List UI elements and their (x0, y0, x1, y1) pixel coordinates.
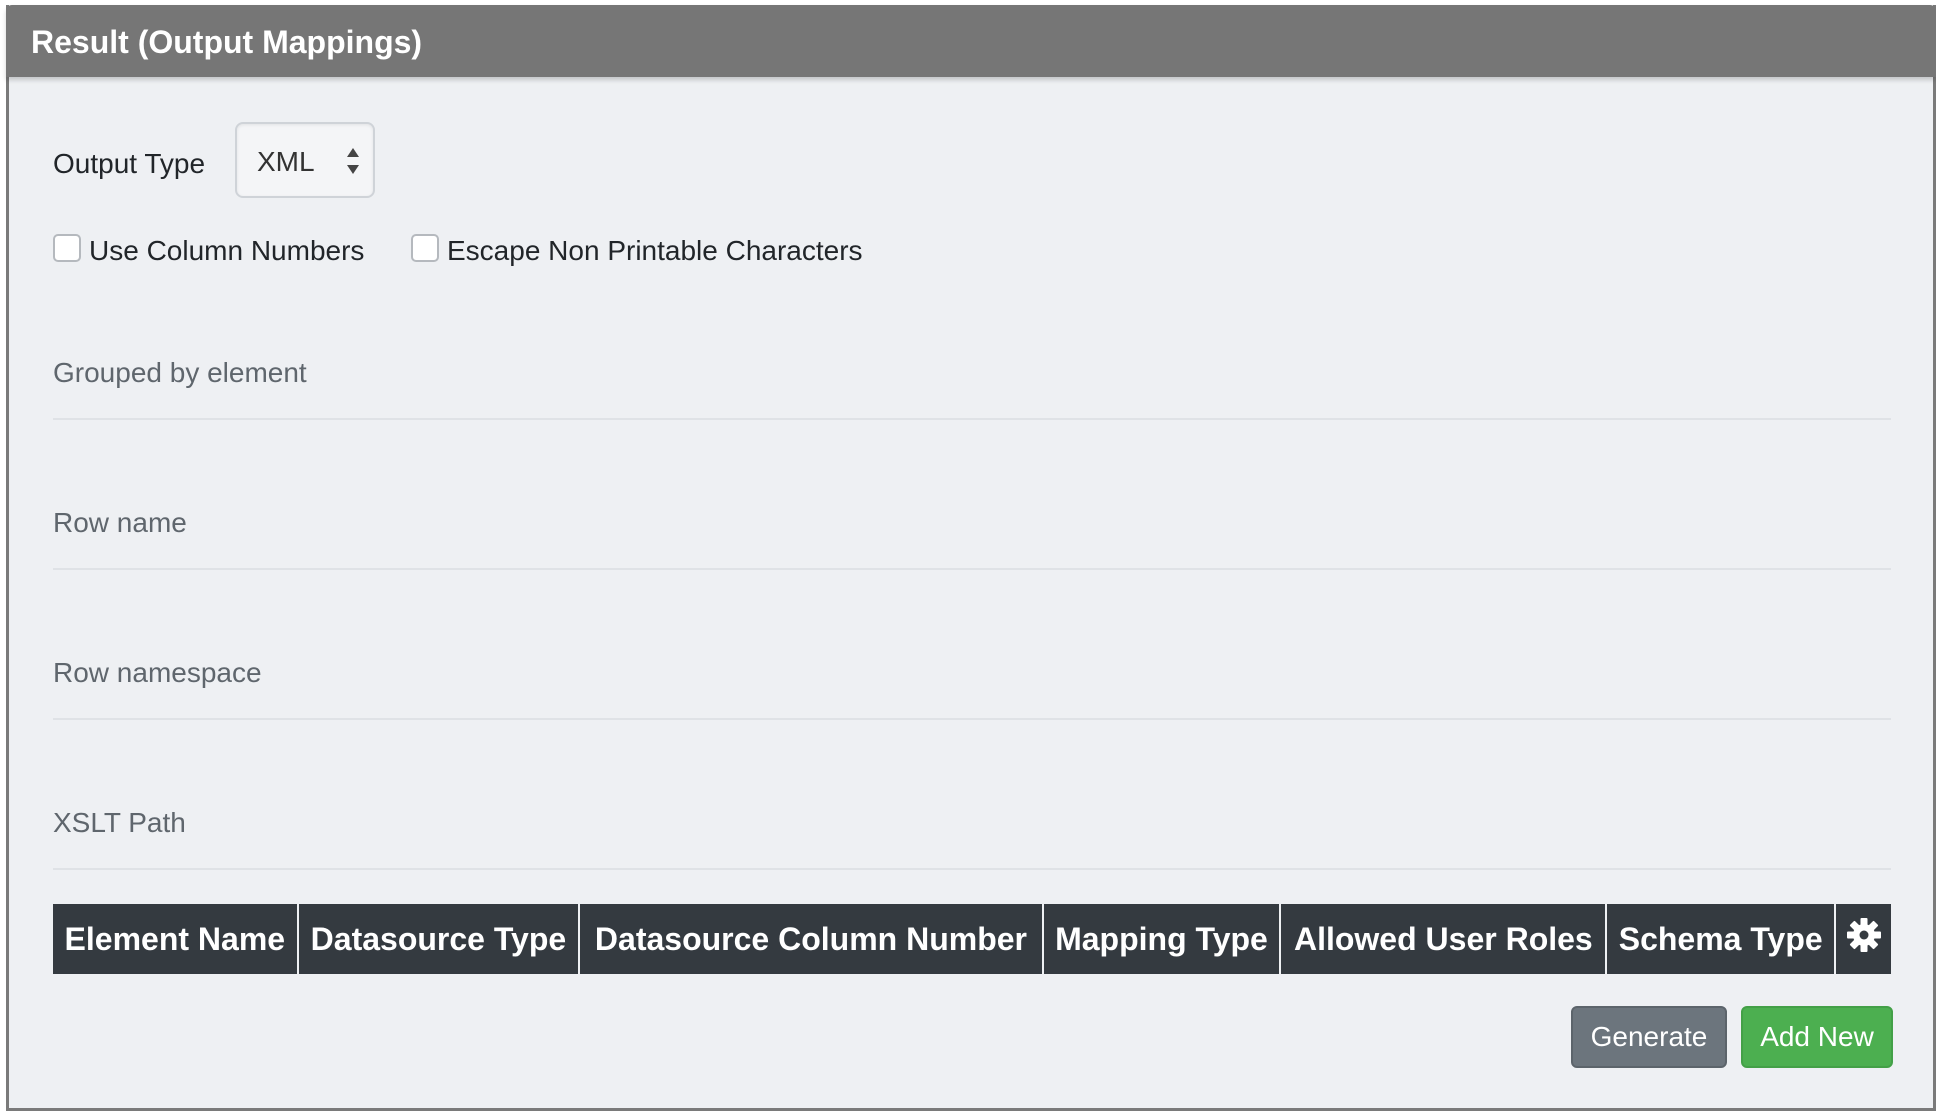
mappings-table: Element Name Datasource Type Datasource … (53, 904, 1891, 974)
panel-title: Result (Output Mappings) (31, 24, 423, 60)
escape-non-printable-label: Escape Non Printable Characters (447, 235, 863, 266)
output-mappings-panel: Result (Output Mappings) Output Type XML… (6, 5, 1936, 1111)
row-name-underline (53, 568, 1891, 570)
column-header-allowed-user-roles[interactable]: Allowed User Roles (1279, 904, 1607, 974)
column-header-element-name[interactable]: Element Name (53, 904, 298, 974)
column-header-schema-type[interactable]: Schema Type (1605, 904, 1835, 974)
grouped-by-element-input[interactable]: Grouped by element (53, 357, 307, 389)
add-new-button[interactable]: Add New (1741, 1006, 1893, 1068)
output-type-select[interactable]: XML (235, 122, 375, 198)
grouped-by-element-underline (53, 418, 1891, 420)
row-namespace-underline (53, 718, 1891, 720)
use-column-numbers-label: Use Column Numbers (89, 235, 365, 266)
row-name-input[interactable]: Row name (53, 507, 187, 539)
xslt-path-underline (53, 868, 1891, 870)
row-namespace-input[interactable]: Row namespace (53, 657, 262, 689)
column-header-mapping-type[interactable]: Mapping Type (1041, 904, 1281, 974)
output-type-label: Output Type (53, 148, 206, 179)
panel-header: Result (Output Mappings) (6, 5, 1936, 77)
output-type-value: XML (257, 146, 315, 177)
xslt-path-input[interactable]: XSLT Path (53, 807, 186, 839)
column-header-datasource-column-number[interactable]: Datasource Column Number (578, 904, 1043, 974)
escape-non-printable-checkbox[interactable] (411, 234, 439, 262)
use-column-numbers-checkbox[interactable] (53, 234, 81, 262)
gear-icon[interactable] (1846, 917, 1882, 953)
generate-button[interactable]: Generate (1571, 1006, 1727, 1068)
select-arrows-icon (347, 148, 359, 174)
column-settings[interactable] (1834, 904, 1891, 974)
column-header-datasource-type[interactable]: Datasource Type (296, 904, 580, 974)
table-header-row: Element Name Datasource Type Datasource … (53, 904, 1891, 974)
